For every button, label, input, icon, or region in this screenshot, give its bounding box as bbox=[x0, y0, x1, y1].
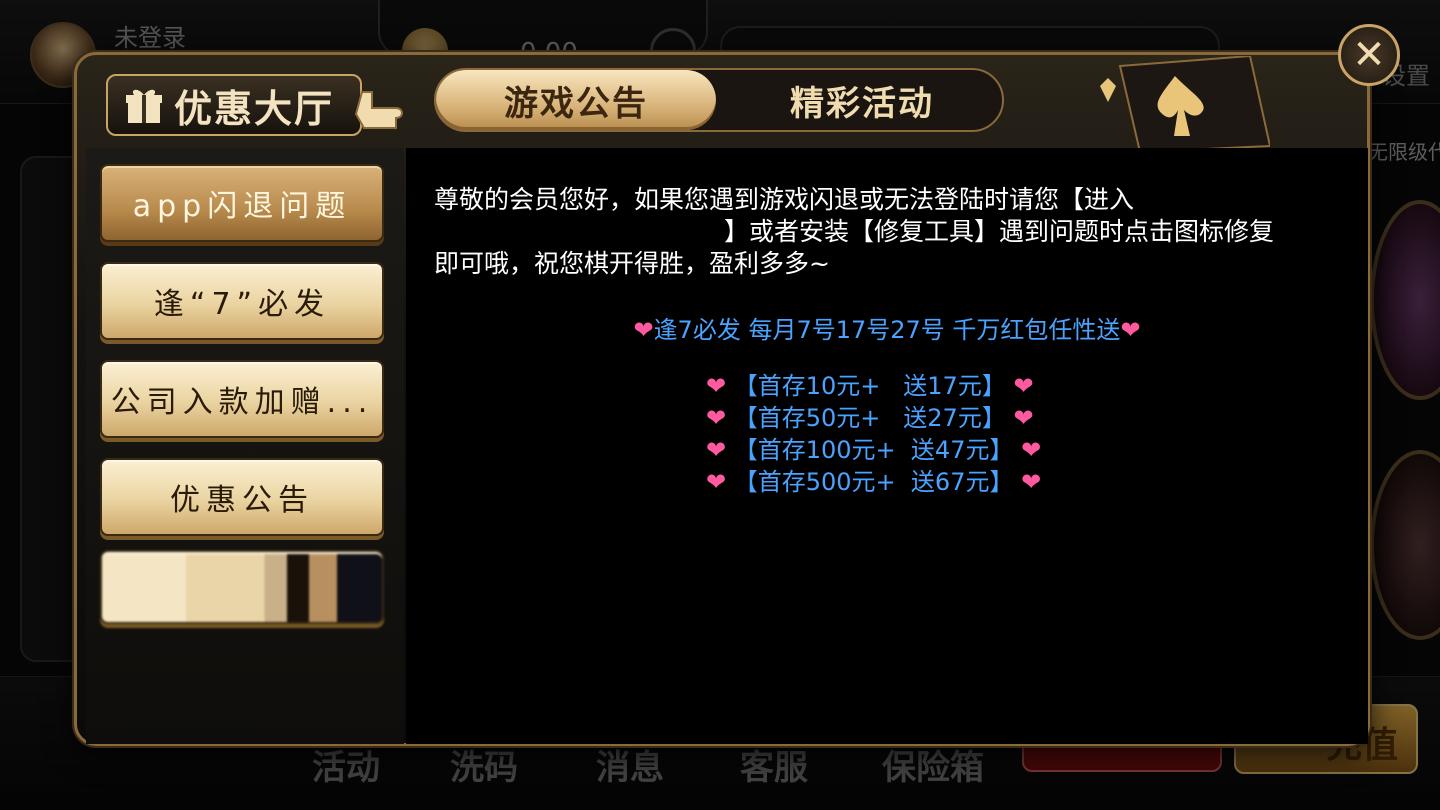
deposit-offer: ❤ 【首存50元+ 送27元】 ❤ bbox=[706, 402, 1086, 434]
promo-hall-badge: 优惠大厅 bbox=[106, 74, 362, 136]
notice-paragraph: 尊敬的会员您好，如果您遇到游戏闪退或无法登陆时请您【进入 】或者安装【修复工具】… bbox=[434, 184, 1334, 280]
tab-featured-events[interactable]: 精彩活动 bbox=[722, 70, 1002, 130]
side-item-lucky-seven[interactable]: 逢“7”必发 bbox=[100, 262, 384, 340]
heart-icon: ❤ bbox=[1021, 468, 1042, 496]
heart-icon: ❤ bbox=[633, 316, 654, 344]
deposit-offer-text: 【首存100元+ 送47元】 bbox=[733, 436, 1014, 464]
heart-icon: ❤ bbox=[706, 436, 727, 464]
deposit-offer: ❤ 【首存500元+ 送67元】 ❤ bbox=[706, 466, 1086, 498]
heart-icon: ❤ bbox=[1013, 372, 1034, 400]
gift-icon bbox=[126, 89, 162, 123]
notice-line-1: 尊敬的会员您好，如果您遇到游戏闪退或无法登陆时请您【进入 bbox=[434, 185, 1135, 214]
side-item-deposit-bonus[interactable]: 公司入款加赠... bbox=[100, 360, 384, 438]
side-item-blurred[interactable] bbox=[100, 550, 384, 624]
deposit-offer: ❤ 【首存10元+ 送17元】 ❤ bbox=[706, 370, 1086, 402]
deposit-offer-text: 【首存10元+ 送17元】 bbox=[733, 372, 1006, 400]
heart-icon: ❤ bbox=[706, 468, 727, 496]
tab-bar: 游戏公告 精彩活动 bbox=[434, 68, 1004, 132]
side-menu: app闪退问题 逢“7”必发 公司入款加赠... 优惠公告 bbox=[86, 148, 404, 744]
promo-headline-text: 逢7必发 每月7号17号27号 千万红包任性送 bbox=[653, 316, 1121, 344]
close-button[interactable]: ✕ bbox=[1338, 24, 1400, 86]
deposit-offer-list: ❤ 【首存10元+ 送17元】 ❤ ❤ 【首存50元+ 送27元】 ❤ ❤ 【首… bbox=[706, 370, 1086, 498]
side-item-promo-notice[interactable]: 优惠公告 bbox=[100, 458, 384, 536]
promo-hall-title: 优惠大厅 bbox=[174, 85, 335, 131]
deposit-offer: ❤ 【首存100元+ 送47元】 ❤ bbox=[706, 434, 1086, 466]
announcement-content: 尊敬的会员您好，如果您遇到游戏闪退或无法登陆时请您【进入 】或者安装【修复工具】… bbox=[406, 148, 1368, 744]
spade-card-decoration bbox=[1100, 56, 1270, 152]
heart-icon: ❤ bbox=[706, 372, 727, 400]
notice-line-3: 即可哦，祝您棋开得胜，盈利多多~ bbox=[434, 249, 830, 278]
heart-icon: ❤ bbox=[1120, 316, 1141, 344]
pointing-hand-icon bbox=[354, 91, 403, 129]
heart-icon: ❤ bbox=[1013, 404, 1034, 432]
side-item-app-crash[interactable]: app闪退问题 bbox=[100, 164, 384, 242]
promo-headline: ❤逢7必发 每月7号17号27号 千万红包任性送❤ bbox=[406, 310, 1368, 345]
tab-game-announcement[interactable]: 游戏公告 bbox=[436, 70, 716, 130]
deposit-offer-text: 【首存50元+ 送27元】 bbox=[733, 404, 1006, 432]
notice-line-2: 】或者安装【修复工具】遇到问题时点击图标修复 bbox=[724, 217, 1275, 246]
close-icon: ✕ bbox=[1352, 32, 1386, 78]
deposit-offer-text: 【首存500元+ 送67元】 bbox=[733, 468, 1014, 496]
heart-icon: ❤ bbox=[1021, 436, 1042, 464]
heart-icon: ❤ bbox=[706, 404, 727, 432]
